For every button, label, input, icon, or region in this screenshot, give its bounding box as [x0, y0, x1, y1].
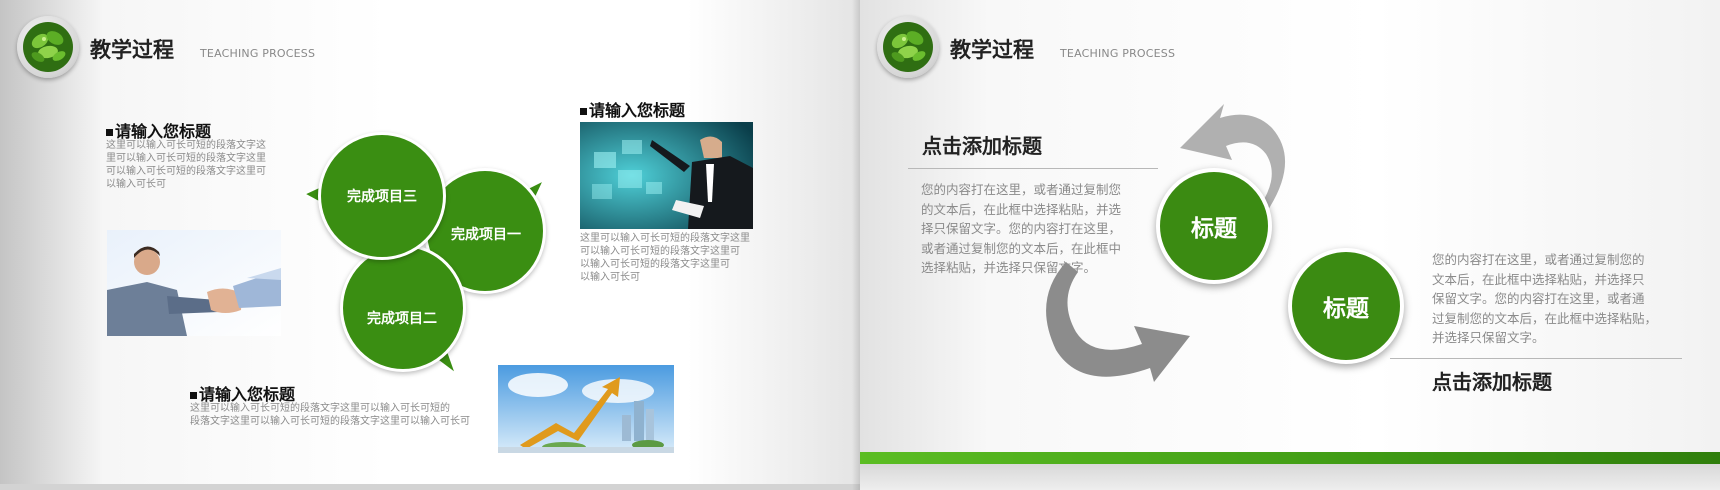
- bubble-label-three: 完成项目三: [347, 189, 417, 205]
- section-text-2: 您的内容打在这里，或者通过复制您的 文本后，在此框中选择粘贴，并选择只 保留文字…: [1432, 252, 1658, 345]
- footer-shadow: [860, 464, 1720, 490]
- cycle-circle-2: 标题: [1288, 248, 1404, 364]
- cycle-circle-1: 标题: [1156, 168, 1272, 284]
- divider-line-2: [1390, 358, 1682, 359]
- block-text-bottom: 这里可以输入可长可短的段落文字这里可以输入可长可短的 段落文字这里可以输入可长可…: [190, 403, 470, 427]
- right-slide: 教学过程 TEACHING PROCESS 点击添加标题 您的内容打在这里，或者…: [860, 0, 1720, 490]
- bullet-square-icon: [580, 108, 587, 115]
- slide-bottom-edge: [0, 484, 860, 490]
- growth-arrow-photo: [498, 365, 674, 453]
- block-text-top-right: 这里可以输入可长可短的段落文字这里 可以输入可长可短的段落文字这里可 以输入可长…: [580, 233, 750, 283]
- arrow-bottom-icon: [1046, 262, 1190, 382]
- section-title-2: 点击添加标题: [1432, 370, 1552, 394]
- bubble-label-one: 完成项目一: [451, 227, 521, 243]
- businessman-touchscreen-photo: [580, 122, 753, 229]
- bullet-square-icon: [190, 392, 197, 399]
- bubble-label-two: 完成项目二: [367, 311, 437, 327]
- footer-green-bar: [860, 452, 1720, 464]
- cycle-arrows: [1046, 104, 1286, 382]
- left-slide: 教学过程 TEACHING PROCESS 请输入您标题 这里可以输入可长可短的…: [0, 0, 860, 490]
- block-title-top-right: 请输入您标题: [580, 97, 685, 121]
